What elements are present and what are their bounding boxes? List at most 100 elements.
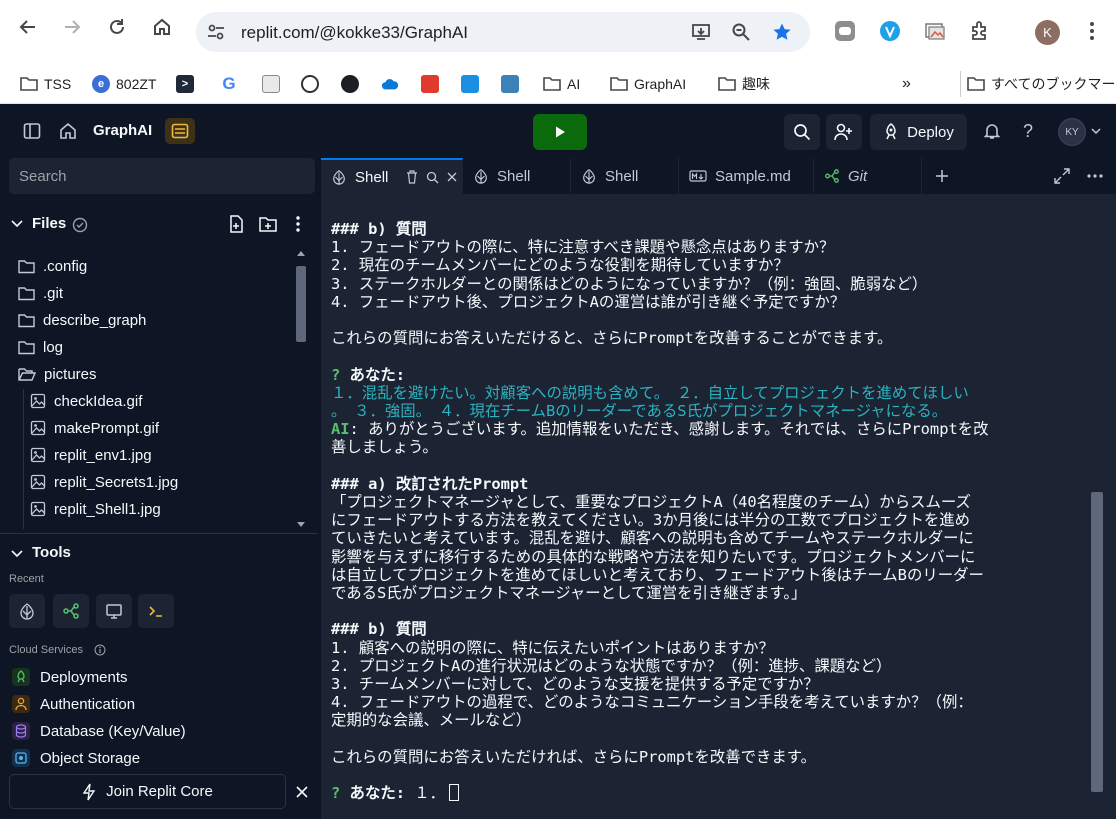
new-tab-plus-icon[interactable]: [935, 169, 949, 183]
folder-open-icon: [18, 367, 36, 382]
file-item[interactable]: replit_Secrets1.jpg: [30, 470, 178, 494]
tab-sample-md[interactable]: Sample.md: [679, 158, 814, 194]
forward-icon[interactable]: [59, 14, 85, 40]
bookmark-item[interactable]: >: [176, 71, 194, 97]
bookmark-item[interactable]: [381, 71, 399, 97]
all-bookmarks[interactable]: すべてのブックマーク: [960, 71, 1116, 97]
search-icon[interactable]: [426, 171, 439, 184]
trash-icon[interactable]: [406, 170, 418, 184]
bookmark-item[interactable]: G: [220, 71, 238, 97]
workspace-pane: Shell Shell Shell Sample.md Git ### b) 質…: [321, 158, 1116, 819]
deploy-button[interactable]: Deploy: [870, 114, 967, 150]
chevron-down-icon[interactable]: [11, 550, 23, 558]
bolt-icon: [82, 783, 96, 800]
new-file-icon[interactable]: [228, 215, 244, 233]
help-icon[interactable]: ?: [1018, 120, 1038, 142]
bookmark-item[interactable]: 趣味: [718, 71, 770, 97]
terminal-output[interactable]: ### b) 質問 1. フェードアウトの際に、特に注意すべき課題や懸念点はありま…: [321, 194, 1116, 819]
ext-blue-icon[interactable]: [878, 19, 902, 43]
address-bar[interactable]: replit.com/@kokke33/GraphAI: [196, 12, 810, 52]
service-deployments[interactable]: Deployments: [12, 666, 128, 688]
file-item[interactable]: checkIdea.gif: [30, 389, 142, 413]
service-object-storage[interactable]: Object Storage: [12, 747, 140, 769]
tab-label: Sample.md: [715, 167, 791, 185]
folder-icon: [18, 286, 35, 301]
bookmark-item[interactable]: [262, 71, 280, 97]
tab-shell-2[interactable]: Shell: [463, 158, 571, 194]
terminal-line: これらの質問にお答えいただけると、さらにPromptを改善することができます。: [331, 329, 893, 348]
recent-webview-button[interactable]: [96, 594, 132, 628]
sidebar-toggle-icon[interactable]: [22, 121, 42, 141]
bookmark-item[interactable]: TSS: [20, 71, 71, 97]
more-options-icon[interactable]: [295, 215, 301, 233]
folder-item[interactable]: describe_graph: [18, 308, 146, 332]
file-item[interactable]: replit_env1.jpg: [30, 443, 152, 467]
home-icon[interactable]: [58, 121, 78, 141]
extensions-puzzle-icon[interactable]: [968, 19, 992, 43]
maximize-icon[interactable]: [1054, 168, 1070, 184]
more-options-icon[interactable]: [1087, 174, 1103, 178]
back-icon[interactable]: [15, 14, 41, 40]
join-replit-core-button[interactable]: Join Replit Core: [9, 774, 286, 809]
file-item[interactable]: replit_Shell1.jpg: [30, 497, 161, 521]
recent-console-button[interactable]: [138, 594, 174, 628]
bookmark-item[interactable]: GraphAI: [610, 71, 686, 97]
site-settings-icon[interactable]: [206, 22, 226, 42]
service-authentication[interactable]: Authentication: [12, 693, 135, 715]
tab-shell-3[interactable]: Shell: [571, 158, 679, 194]
bookmark-item[interactable]: [341, 71, 359, 97]
chevron-down-icon[interactable]: [1091, 126, 1101, 136]
user-avatar[interactable]: KY: [1058, 118, 1086, 146]
folder-item[interactable]: .config: [18, 254, 87, 278]
bookmark-item[interactable]: [421, 71, 439, 97]
file-tree-scrollbar[interactable]: [296, 251, 306, 536]
terminal-scrollbar[interactable]: [1091, 492, 1103, 792]
recent-shell-button[interactable]: [9, 594, 45, 628]
bookmark-item[interactable]: [461, 71, 479, 97]
deploy-label: Deploy: [907, 123, 954, 141]
ext-line-icon[interactable]: [833, 19, 857, 43]
file-item[interactable]: makePrompt.gif: [30, 416, 159, 440]
search-button[interactable]: [784, 114, 820, 150]
scroll-up-icon[interactable]: [297, 250, 305, 256]
profile-avatar[interactable]: K: [1035, 20, 1060, 45]
url-text[interactable]: replit.com/@kokke33/GraphAI: [241, 23, 468, 43]
recent-git-button[interactable]: [53, 594, 89, 628]
tab-label: Shell: [605, 167, 639, 185]
close-icon[interactable]: [296, 786, 308, 798]
bookmark-item[interactable]: AI: [543, 71, 580, 97]
home-icon[interactable]: [149, 14, 175, 40]
repl-name[interactable]: GraphAI: [93, 122, 152, 139]
close-icon[interactable]: [447, 172, 457, 182]
bookmark-item[interactable]: e 802ZT: [92, 71, 156, 97]
folder-item[interactable]: pictures: [18, 362, 97, 386]
bookmark-star-icon[interactable]: [771, 21, 793, 43]
bookmark-item[interactable]: [501, 71, 519, 97]
info-icon[interactable]: [94, 644, 106, 656]
invite-button[interactable]: [826, 114, 862, 150]
chevron-down-icon[interactable]: [11, 220, 23, 228]
run-button[interactable]: [533, 114, 587, 150]
new-folder-icon[interactable]: [259, 216, 277, 232]
prompt-input-text[interactable]: １．: [405, 784, 445, 802]
service-database[interactable]: Database (Key/Value): [12, 720, 186, 742]
more-bookmarks-chevron-icon[interactable]: »: [902, 71, 911, 97]
bookmark-item[interactable]: [301, 71, 319, 97]
folder-item[interactable]: .git: [18, 281, 63, 305]
tab-git[interactable]: Git: [814, 158, 922, 194]
scroll-down-icon[interactable]: [297, 522, 305, 528]
repl-type-icon[interactable]: [165, 118, 195, 144]
install-app-icon[interactable]: [690, 21, 712, 43]
folder-item[interactable]: log: [18, 335, 63, 359]
reload-icon[interactable]: [104, 14, 130, 40]
folder-icon: [18, 340, 35, 355]
sync-check-icon: [72, 217, 88, 233]
zoom-icon[interactable]: [730, 21, 752, 43]
ext-image-icon[interactable]: [923, 19, 947, 43]
menu-dots-icon[interactable]: [1080, 19, 1104, 43]
search-input[interactable]: Search: [9, 158, 315, 194]
scrollbar-thumb[interactable]: [296, 266, 306, 342]
notifications-bell-icon[interactable]: [982, 121, 1002, 141]
tab-shell-1[interactable]: Shell: [321, 158, 463, 194]
